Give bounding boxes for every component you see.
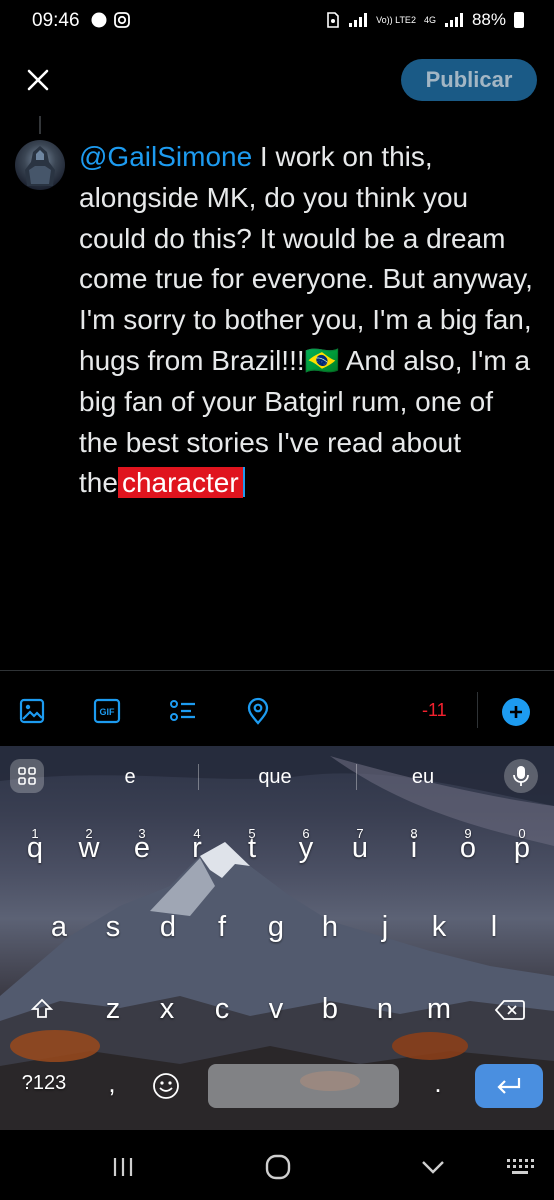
key-o[interactable]: 9o xyxy=(451,826,485,865)
microphone-icon xyxy=(513,766,529,786)
gif-label: GIF xyxy=(100,707,116,717)
key-b[interactable]: b xyxy=(313,993,347,1026)
location-icon xyxy=(247,697,269,725)
comma-key[interactable]: , xyxy=(100,1068,124,1099)
navigation-bar xyxy=(0,1130,554,1200)
compose-toolbar: GIF -11 xyxy=(0,686,554,736)
close-icon xyxy=(27,69,49,91)
over-limit-text: character xyxy=(117,467,243,499)
status-notification-icons xyxy=(90,11,130,29)
key-e[interactable]: 3e xyxy=(125,826,159,865)
key-p[interactable]: 0p xyxy=(505,826,539,865)
add-thread-button[interactable] xyxy=(502,698,530,726)
emoji-key[interactable] xyxy=(148,1068,184,1102)
network-type: 4G xyxy=(423,14,436,25)
keyboard-icon xyxy=(507,1159,534,1174)
keyboard-menu-button[interactable] xyxy=(10,759,44,793)
shift-key[interactable] xyxy=(26,993,58,1027)
avatar-image xyxy=(25,146,55,186)
mention-link[interactable]: @GailSimone xyxy=(79,141,252,172)
suggestion-3[interactable]: eu xyxy=(398,766,448,789)
text-cursor xyxy=(242,467,245,498)
symbols-key[interactable]: ?123 xyxy=(12,1072,76,1095)
key-f[interactable]: f xyxy=(205,911,239,944)
poll-icon xyxy=(170,700,195,721)
toolbar-divider xyxy=(0,670,554,671)
home-button[interactable] xyxy=(258,1152,298,1182)
keyboard: e que eu 1q 2w 3e 4r 5t 6y 7u 8i 9o 0p a… xyxy=(0,746,554,1130)
key-i[interactable]: 8i xyxy=(397,826,431,865)
hide-keyboard-button[interactable] xyxy=(413,1152,453,1182)
tweet-compose-input[interactable]: @GailSimone I work on this, alongside MK… xyxy=(79,137,539,504)
status-bar: 09:46 Vo)) LTE2 4G 88% xyxy=(0,0,554,44)
recents-icon xyxy=(113,1158,133,1176)
enter-icon xyxy=(497,1078,521,1094)
battery-percent: 88% xyxy=(471,10,506,29)
plus-icon xyxy=(510,706,522,718)
key-d[interactable]: d xyxy=(151,911,185,944)
key-a[interactable]: a xyxy=(42,911,76,944)
key-h[interactable]: h xyxy=(313,911,347,944)
emoji-icon xyxy=(153,1073,179,1099)
avatar[interactable] xyxy=(15,140,65,190)
space-key[interactable] xyxy=(208,1064,399,1108)
add-location-button[interactable] xyxy=(243,696,273,726)
add-gif-button[interactable]: GIF xyxy=(92,696,122,726)
suggestion-divider xyxy=(356,764,357,790)
key-x[interactable]: x xyxy=(150,993,184,1026)
keyboard-switch-button[interactable] xyxy=(500,1152,540,1182)
suggestion-divider xyxy=(198,764,199,790)
add-image-button[interactable] xyxy=(17,696,47,726)
recent-apps-button[interactable] xyxy=(103,1152,143,1182)
threads-icon xyxy=(91,12,107,28)
thread-line xyxy=(39,116,41,134)
period-key[interactable]: . xyxy=(426,1068,450,1099)
close-button[interactable] xyxy=(20,62,56,98)
key-s[interactable]: s xyxy=(96,911,130,944)
status-time: 09:46 xyxy=(32,10,80,31)
status-system-icons: Vo)) LTE2 4G 88% xyxy=(326,10,524,30)
key-m[interactable]: m xyxy=(422,993,456,1026)
suggestion-1[interactable]: e xyxy=(110,766,150,789)
key-w[interactable]: 2w xyxy=(72,826,106,865)
image-icon xyxy=(19,698,45,724)
key-k[interactable]: k xyxy=(422,911,456,944)
add-poll-button[interactable] xyxy=(168,696,198,726)
key-n[interactable]: n xyxy=(368,993,402,1026)
voice-input-button[interactable] xyxy=(504,759,538,793)
backspace-key[interactable] xyxy=(492,995,528,1025)
key-v[interactable]: v xyxy=(259,993,293,1026)
key-l[interactable]: l xyxy=(477,911,511,944)
battery-icon xyxy=(514,12,524,28)
key-c[interactable]: c xyxy=(205,993,239,1026)
character-counter: -11 xyxy=(422,700,447,720)
key-u[interactable]: 7u xyxy=(343,826,377,865)
grid-icon xyxy=(18,767,36,785)
key-j[interactable]: j xyxy=(368,911,402,944)
shift-icon xyxy=(30,998,54,1018)
gif-icon: GIF xyxy=(93,698,121,724)
signal-icon xyxy=(349,13,368,27)
key-t[interactable]: 5t xyxy=(235,826,269,865)
enter-key[interactable] xyxy=(475,1064,543,1108)
toolbar-separator xyxy=(477,692,478,728)
suggestion-strip: e que eu xyxy=(0,746,554,808)
key-g[interactable]: g xyxy=(259,911,293,944)
tweet-body-text: I work on this, alongside MK, do you thi… xyxy=(79,141,541,499)
instagram-icon xyxy=(114,12,130,28)
key-z[interactable]: z xyxy=(96,993,130,1026)
data-saver-icon xyxy=(327,12,339,28)
backspace-icon xyxy=(494,1000,525,1020)
signal-icon-2 xyxy=(444,13,463,27)
network-label: Vo)) LTE2 xyxy=(376,14,416,25)
chevron-down-icon xyxy=(422,1161,444,1174)
suggestion-2[interactable]: que xyxy=(240,766,310,789)
key-q[interactable]: 1q xyxy=(18,826,52,865)
key-r[interactable]: 4r xyxy=(180,826,214,865)
publish-button[interactable]: Publicar xyxy=(401,59,537,101)
key-y[interactable]: 6y xyxy=(289,826,323,865)
home-icon xyxy=(265,1154,291,1180)
